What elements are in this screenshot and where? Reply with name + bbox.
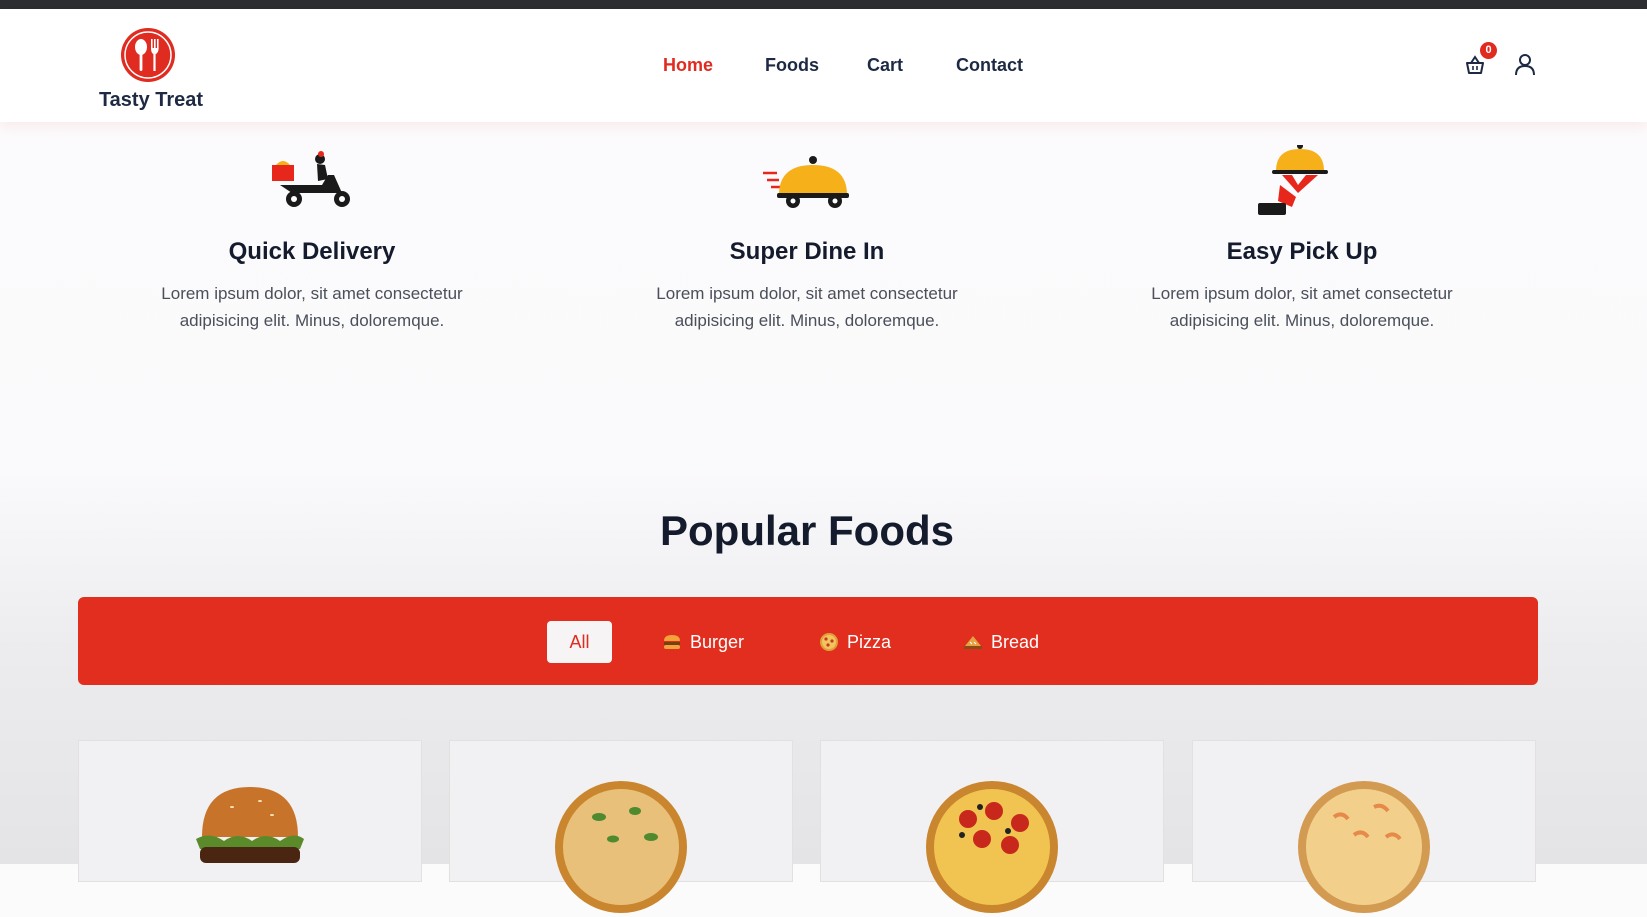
nav-home[interactable]: Home [663, 55, 713, 76]
brand-name: Tasty Treat [98, 89, 204, 111]
product-card[interactable] [449, 740, 793, 913]
seafood-pizza-image [1298, 781, 1430, 913]
dine-in-cloche-icon [763, 156, 849, 208]
filter-label: Pizza [847, 631, 892, 652]
pepperoni-pizza-image [926, 781, 1058, 913]
nav-foods[interactable]: Foods [765, 55, 819, 76]
main-nav: Home Foods Cart Contact [0, 55, 1647, 85]
popular-foods-title: Popular Foods [660, 507, 954, 554]
nav-cart[interactable]: Cart [867, 55, 903, 76]
product-card[interactable] [820, 740, 1164, 913]
feature-title: Quick Delivery [228, 238, 396, 265]
product-card[interactable] [1192, 740, 1536, 913]
nav-contact[interactable]: Contact [956, 55, 1023, 76]
pick-up-hand-icon [1258, 143, 1328, 215]
burger-icon [664, 635, 680, 649]
bread-icon [964, 636, 982, 649]
cart-count-badge: 0 [1480, 42, 1497, 59]
burger-image [196, 787, 304, 863]
filter-pizza-button[interactable]: Pizza [819, 621, 891, 663]
pizza-icon [820, 633, 838, 651]
feature-super-dine-in: Super Dine In Lorem ipsum dolor, sit ame… [627, 145, 987, 334]
feature-quick-delivery: Quick Delivery Lorem ipsum dolor, sit am… [132, 145, 492, 334]
site-header: Tasty Treat Home Foods Cart Contact 0 [0, 9, 1647, 122]
feature-easy-pick-up: Easy Pick Up Lorem ipsum dolor, sit amet… [1122, 143, 1482, 334]
delivery-scooter-icon [272, 151, 350, 207]
product-card[interactable] [78, 740, 422, 882]
feature-text: Lorem ipsum dolor, sit amet consectetur … [161, 284, 463, 330]
filter-bread-button[interactable]: Bread [963, 621, 1039, 663]
filter-all-button[interactable]: All [547, 621, 612, 663]
filter-burger-button[interactable]: Burger [662, 621, 744, 663]
filter-label: Burger [690, 631, 745, 652]
feature-text: Lorem ipsum dolor, sit amet consectetur … [656, 284, 958, 330]
food-filter-bar: All Burger Pizza Bread [78, 597, 1538, 685]
feature-title: Easy Pick Up [1226, 238, 1378, 265]
user-icon[interactable] [1514, 53, 1536, 77]
browser-top-strip [0, 0, 1647, 9]
cheese-pizza-image [555, 781, 687, 913]
filter-label: Bread [991, 631, 1040, 652]
feature-title: Super Dine In [729, 238, 885, 265]
feature-text: Lorem ipsum dolor, sit amet consectetur … [1151, 284, 1453, 330]
